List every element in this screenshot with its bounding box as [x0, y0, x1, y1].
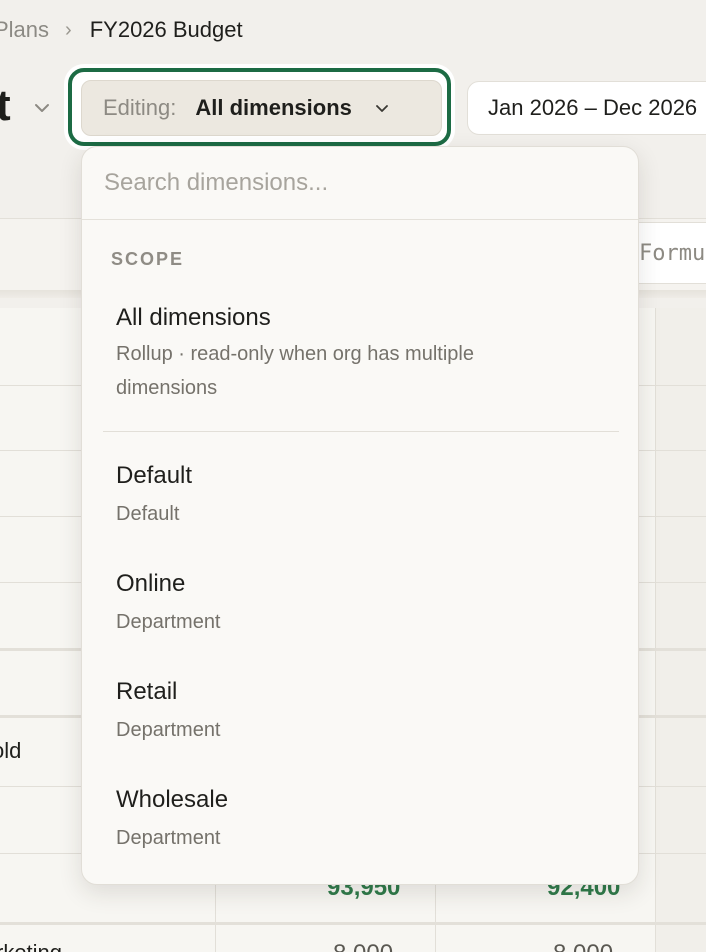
search-dimensions-input[interactable] [82, 147, 638, 220]
date-range-value: Jan 2026 – Dec 2026 [488, 95, 698, 120]
chevron-down-icon [375, 105, 388, 112]
chevron-down-icon[interactable] [33, 99, 51, 117]
date-range-picker[interactable]: Jan 2026 – Dec 2026 [467, 81, 706, 135]
option-all-dimensions[interactable]: All dimensions Rollup · read-only when o… [82, 303, 638, 405]
breadcrumb: Plans › FY2026 Budget [0, 14, 243, 46]
page-title: t [0, 81, 11, 130]
editing-value: All dimensions [195, 95, 352, 120]
section-title-scope: SCOPE [111, 249, 185, 269]
option-name: Wholesale [116, 786, 229, 813]
option-retail[interactable]: Retail Department [82, 677, 638, 747]
table-column-line [655, 308, 656, 952]
dimension-dropdown: SCOPE All dimensions Rollup · read-only … [81, 146, 639, 885]
option-type: Default [116, 503, 180, 525]
table-row-line [0, 922, 706, 925]
option-type: Department [116, 827, 221, 849]
option-name: All dimensions [116, 304, 271, 331]
option-wholesale[interactable]: Wholesale Department [82, 785, 638, 855]
option-default[interactable]: Default Default [82, 461, 638, 531]
editing-label: Editing: [103, 95, 177, 120]
option-name: Default [116, 462, 193, 489]
chevron-right-icon: › [65, 18, 72, 41]
editing-dimension-selector[interactable]: Editing: All dimensions [81, 80, 442, 136]
table-column-shade [655, 308, 706, 952]
table-cell: 8,000 [553, 940, 613, 952]
option-name: Retail [116, 678, 178, 705]
table-cell: 8,000 [333, 940, 393, 952]
formula-tab-label: Formula [639, 240, 706, 266]
breadcrumb-parent-link[interactable]: Plans [0, 17, 49, 43]
breadcrumb-current: FY2026 Budget [89, 17, 243, 42]
option-name: Online [116, 570, 186, 597]
option-type: Department [116, 719, 221, 741]
option-description: Rollup · read-only when org has multiple… [116, 343, 474, 399]
option-type: Department [116, 611, 221, 633]
option-online[interactable]: Online Department [82, 569, 638, 639]
table-row-label: old [0, 738, 22, 763]
table-row-label: rketing [0, 940, 62, 952]
dropdown-divider [103, 431, 619, 432]
